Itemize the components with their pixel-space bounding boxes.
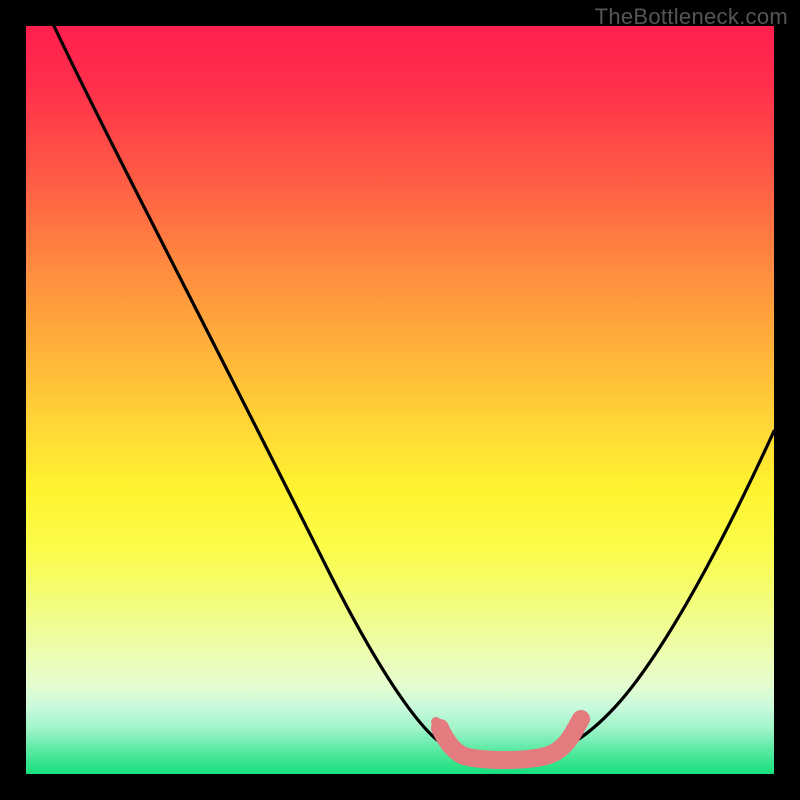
optimal-range-marker [431, 717, 581, 760]
curve-path [54, 26, 774, 757]
watermark: TheBottleneck.com [595, 4, 788, 30]
bottleneck-curve [26, 26, 774, 774]
chart-plot-area [26, 26, 774, 774]
